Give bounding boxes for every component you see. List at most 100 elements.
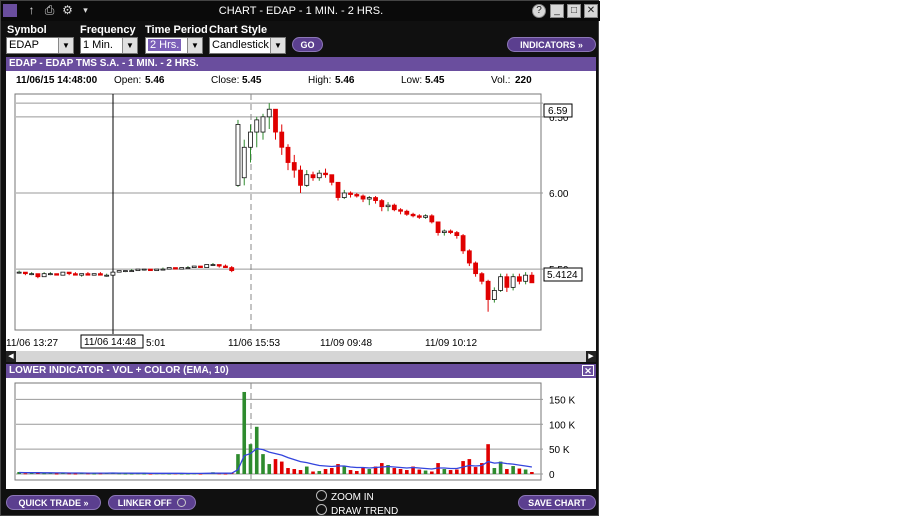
candle — [141, 268, 147, 271]
candle — [198, 265, 203, 268]
gear-icon[interactable]: ⚙ — [61, 4, 74, 17]
lower-indicator-header: LOWER INDICATOR - VOL + COLOR (EMA, 10) … — [6, 364, 596, 378]
period-select[interactable]: 2 Hrs. ▼ — [145, 37, 203, 54]
open-value: 5.46 — [145, 75, 165, 86]
title-bar: ↑ ⎙ ⚙ ▾ CHART - EDAP - 1 MIN. - 2 HRS. ?… — [1, 1, 600, 21]
minimize-button[interactable]: _ — [550, 4, 564, 18]
help-icon[interactable]: ? — [532, 4, 546, 18]
volume-chart-area[interactable]: 150 K 100 K 50 K 0 — [6, 378, 596, 489]
volume-bar — [298, 470, 303, 474]
volume-bar — [467, 459, 472, 474]
style-value: Candlestick — [212, 39, 269, 51]
high-marker-label: 6.59 — [548, 106, 568, 117]
save-chart-button[interactable]: SAVE CHART — [518, 495, 596, 510]
x-label-2: 11/06 15:53 — [228, 338, 281, 349]
high-value: 5.46 — [335, 75, 355, 86]
zoom-in-option[interactable]: ZOOM IN — [316, 490, 374, 503]
volume-tick-label: 100 K — [549, 420, 575, 431]
candle — [154, 268, 160, 272]
volume-tick-label: 50 K — [549, 445, 570, 456]
symbol-select[interactable]: EDAP ▼ — [6, 37, 74, 54]
candle — [60, 271, 66, 276]
symbol-label: Symbol — [7, 24, 47, 36]
low-label: Low: — [401, 75, 423, 86]
candle — [173, 267, 178, 270]
period-label: Time Period — [145, 24, 208, 36]
x-label-3: 11/09 09:48 — [320, 338, 373, 349]
frequency-value: 1 Min. — [83, 39, 113, 51]
price-chart[interactable]: 6.506.005.50 6.59 5.4124 11/06 13:27 5:0… — [6, 89, 596, 351]
radio-icon — [316, 504, 327, 515]
volume-bar — [348, 470, 353, 474]
volume-chart[interactable]: 150 K 100 K 50 K 0 — [6, 378, 596, 489]
volume-tick-label: 0 — [549, 470, 555, 481]
volume-bar — [54, 473, 59, 475]
candle — [179, 267, 185, 270]
chart-scrollbar[interactable]: ◀ ▶ — [6, 351, 596, 362]
volume-bar — [317, 471, 322, 474]
volume-y-axis: 150 K 100 K 50 K 0 — [549, 395, 575, 481]
linker-label: LINKER OFF — [117, 498, 172, 508]
volume-bar — [286, 468, 290, 474]
price-chart-area[interactable]: 6.506.005.50 6.59 5.4124 11/06 13:27 5:0… — [6, 89, 596, 351]
volume-bar — [523, 469, 528, 474]
volume-bar — [511, 466, 515, 474]
volume-bar — [354, 471, 359, 474]
volume-bar — [242, 391, 247, 474]
candle — [191, 265, 197, 268]
volume-bar — [73, 473, 78, 475]
indicators-button[interactable]: INDICATORS » — [507, 37, 596, 52]
quick-trade-button[interactable]: QUICK TRADE » — [6, 495, 101, 510]
zoom-in-label: ZOOM IN — [331, 492, 374, 503]
open-label: Open: — [114, 75, 142, 86]
print-icon[interactable]: ⎙ — [43, 4, 56, 17]
low-value: 5.45 — [425, 75, 445, 86]
ohlc-info-bar: 11/06/15 14:48:00 Open: 5.46 Close: 5.45… — [6, 71, 596, 89]
scroll-right-icon[interactable]: ▶ — [586, 351, 596, 362]
volume-bar — [492, 468, 497, 474]
frequency-select[interactable]: 1 Min. ▼ — [80, 37, 138, 54]
volume-bar — [329, 468, 334, 474]
lower-indicator-title: LOWER INDICATOR - VOL + COLOR (EMA, 10) — [9, 365, 229, 376]
candle — [335, 181, 341, 201]
candle — [123, 270, 128, 273]
upload-icon[interactable]: ↑ — [25, 4, 38, 17]
volume-bar — [380, 463, 384, 474]
volume-bar — [267, 464, 272, 474]
volume-bar — [530, 472, 534, 474]
candle — [391, 203, 397, 212]
scroll-left-icon[interactable]: ◀ — [6, 351, 16, 362]
candle — [166, 267, 172, 270]
price-y-axis: 6.506.005.50 — [549, 113, 569, 276]
volume-bar — [23, 473, 28, 475]
linker-toggle[interactable]: LINKER OFF — [108, 495, 196, 510]
candle — [204, 264, 210, 268]
chevron-down-icon: ▼ — [58, 38, 73, 53]
style-label: Chart Style — [209, 24, 268, 36]
high-label: High: — [308, 75, 332, 86]
volume-tick-label: 150 K — [549, 395, 575, 406]
info-datetime: 11/06/15 14:48:00 — [16, 75, 98, 86]
go-button[interactable]: GO — [292, 37, 323, 52]
app-logo-icon — [3, 4, 17, 17]
close-label: Close: — [211, 75, 240, 86]
volume-bar — [430, 471, 434, 474]
style-select[interactable]: Candlestick ▼ — [209, 37, 286, 54]
window-title: CHART - EDAP - 1 MIN. - 2 HRS. — [218, 5, 384, 17]
volume-bar — [448, 470, 453, 474]
last-price-marker: 5.4124 — [543, 267, 583, 282]
candle — [235, 119, 241, 187]
close-button[interactable]: ✕ — [584, 4, 598, 18]
chevron-down-icon: ▼ — [187, 38, 202, 53]
menu-dropdown-icon[interactable]: ▾ — [79, 4, 92, 17]
chart-window: ↑ ⎙ ⚙ ▾ CHART - EDAP - 1 MIN. - 2 HRS. ?… — [0, 0, 600, 517]
x-label-1: 5:01 — [146, 338, 166, 349]
maximize-button[interactable]: □ — [567, 4, 581, 18]
period-value: 2 Hrs. — [148, 39, 182, 51]
high-marker: 6.59 — [543, 103, 573, 118]
linker-status-icon — [177, 498, 187, 507]
candle — [429, 214, 435, 224]
close-icon[interactable]: ✕ — [582, 365, 594, 376]
draw-trend-option[interactable]: DRAW TREND — [316, 504, 398, 517]
volume-bar — [261, 454, 265, 474]
